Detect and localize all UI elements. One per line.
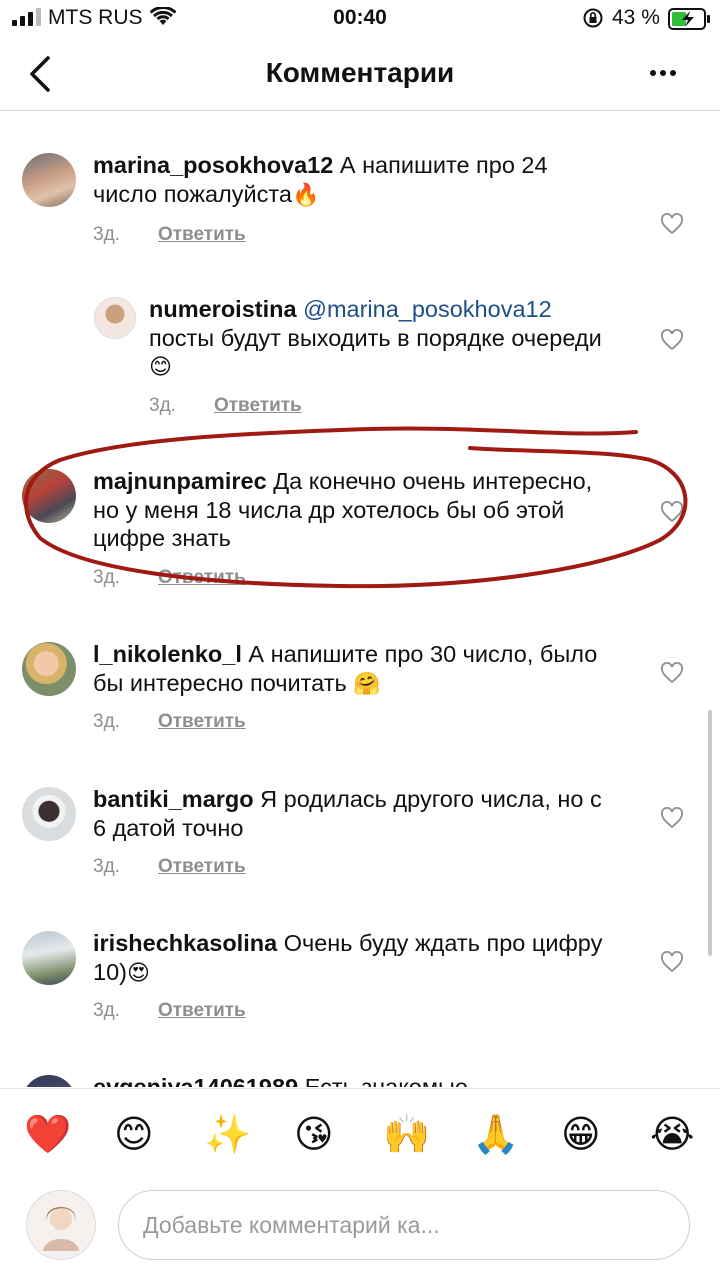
emoji-kiss-button[interactable]: 😘 [294,1113,334,1157]
comment-username[interactable]: majnunpamirec [93,468,267,494]
reply-button[interactable]: Ответить [158,567,246,589]
heart-outline-icon[interactable] [660,807,684,829]
avatar[interactable] [22,931,76,985]
reply-button[interactable]: Ответить [214,395,302,417]
more-icon[interactable] [650,70,676,76]
reply-button[interactable]: Ответить [158,711,246,733]
comment-username[interactable]: bantiki_margo [93,786,254,812]
avatar[interactable] [22,1075,76,1087]
orientation-lock-icon [583,8,603,28]
comment-age: 3д. [93,856,120,877]
status-bar: MTS RUS 00:40 43 % [0,0,720,40]
avatar[interactable] [94,297,136,339]
comment-age: 3д. [93,567,120,588]
page-title: Комментарии [265,57,455,88]
emoji-grin-button[interactable]: 😁 [561,1113,601,1157]
scrollbar[interactable] [708,710,712,956]
avatar[interactable] [22,469,76,523]
battery-percent: 43 % [612,6,660,29]
avatar-illustration [43,1207,79,1251]
emoji-heart-button[interactable]: ❤️ [24,1113,71,1157]
reply-button[interactable]: Ответить [158,856,246,878]
comment-username[interactable]: evgeniya14061989 [93,1074,298,1087]
comment-username[interactable]: marina_posokhova12 [93,152,333,178]
avatar[interactable] [22,642,76,696]
heart-outline-icon[interactable] [660,951,684,973]
comment-input[interactable] [141,1191,665,1259]
heart-outline-icon[interactable] [660,662,684,684]
reply-button[interactable]: Ответить [158,1000,246,1022]
comment-username[interactable]: l_nikolenko_l [93,641,242,667]
comment-age: 3д. [149,395,176,416]
avatar[interactable] [22,787,76,841]
emoji-smile-button[interactable]: 😊 [114,1113,154,1157]
avatar[interactable] [22,153,76,207]
comments-list[interactable]: marina_posokhova12 А напишите про 24 чис… [0,111,720,1087]
reply-button[interactable]: Ответить [158,224,246,246]
hug-emoji: 🤗 [353,670,381,696]
comment-composer [0,1178,720,1280]
heart-outline-icon[interactable] [660,213,684,235]
comment-age: 3д. [93,224,120,245]
emoji-cry-button[interactable]: 😭 [650,1113,694,1157]
fire-emoji: 🔥 [291,181,320,207]
heart-eyes-emoji: 😍 [126,959,150,985]
comment-age: 3д. [93,711,120,732]
smile-emoji: 😊 [149,354,172,379]
emoji-raised-hands-button[interactable]: 🙌 [383,1113,430,1157]
top-bar: Комментарии [0,40,720,111]
comment-username[interactable]: numeroistina [149,296,297,322]
emoji-sparkles-button[interactable]: ✨ [204,1113,251,1157]
comment-text: Есть знакомые [304,1074,468,1087]
heart-outline-icon[interactable] [660,329,684,351]
comment-mention[interactable]: @marina_posokhova12 [303,296,552,322]
comment-age: 3д. [93,1000,120,1021]
heart-outline-icon[interactable] [660,501,684,523]
battery-charging-icon [668,8,710,30]
my-avatar [26,1190,96,1260]
emoji-quick-bar: ❤️ 😊 ✨ 😘 🙌 🙏 😁 😭 [0,1088,720,1179]
comment-input-wrapper [118,1190,690,1260]
comment-username[interactable]: irishechkasolina [93,930,277,956]
comment-text: посты будут выходить в порядке очереди [149,324,602,351]
emoji-pray-button[interactable]: 🙏 [472,1113,519,1157]
